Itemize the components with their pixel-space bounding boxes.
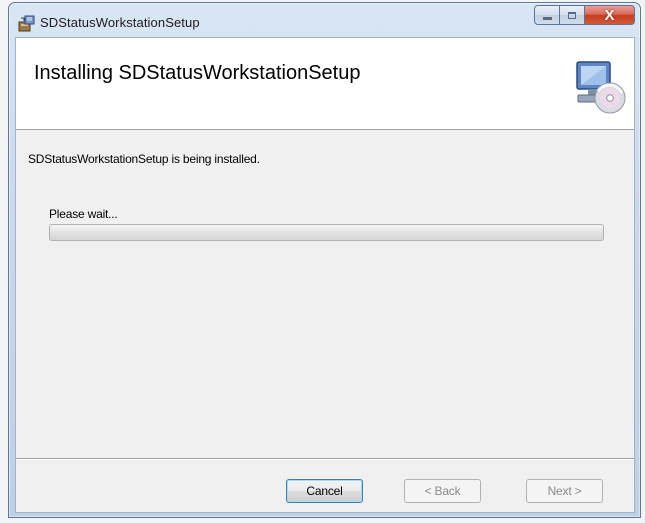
window-controls: X xyxy=(534,5,635,25)
page-title: Installing SDStatusWorkstationSetup xyxy=(34,62,361,84)
minimize-icon xyxy=(542,17,552,20)
window-title: SDStatusWorkstationSetup xyxy=(40,15,200,30)
installer-package-icon[interactable] xyxy=(18,14,36,32)
computer-disc-icon xyxy=(576,61,626,114)
install-progress-bar xyxy=(49,224,604,241)
header-banner: Installing SDStatusWorkstationSetup xyxy=(16,38,634,130)
installation-status-area: SDStatusWorkstationSetup is being instal… xyxy=(16,130,634,458)
maximize-button[interactable] xyxy=(560,5,585,25)
close-button[interactable]: X xyxy=(585,5,635,25)
dialog-body: Installing SDStatusWorkstationSetup SDSt… xyxy=(15,37,635,513)
title-bar[interactable]: SDStatusWorkstationSetup X xyxy=(9,3,640,39)
maximize-icon xyxy=(568,11,576,19)
close-icon: X xyxy=(604,6,615,24)
dialog-footer: Cancel < Back Next > xyxy=(16,460,634,512)
back-button[interactable]: < Back xyxy=(404,479,481,503)
next-button[interactable]: Next > xyxy=(526,479,603,503)
cancel-button[interactable]: Cancel xyxy=(286,479,363,503)
install-status-text: SDStatusWorkstationSetup is being instal… xyxy=(28,152,260,166)
progress-label: Please wait... xyxy=(49,207,118,221)
installer-window: SDStatusWorkstationSetup X Installing SD… xyxy=(8,2,641,518)
minimize-button[interactable] xyxy=(534,5,560,25)
